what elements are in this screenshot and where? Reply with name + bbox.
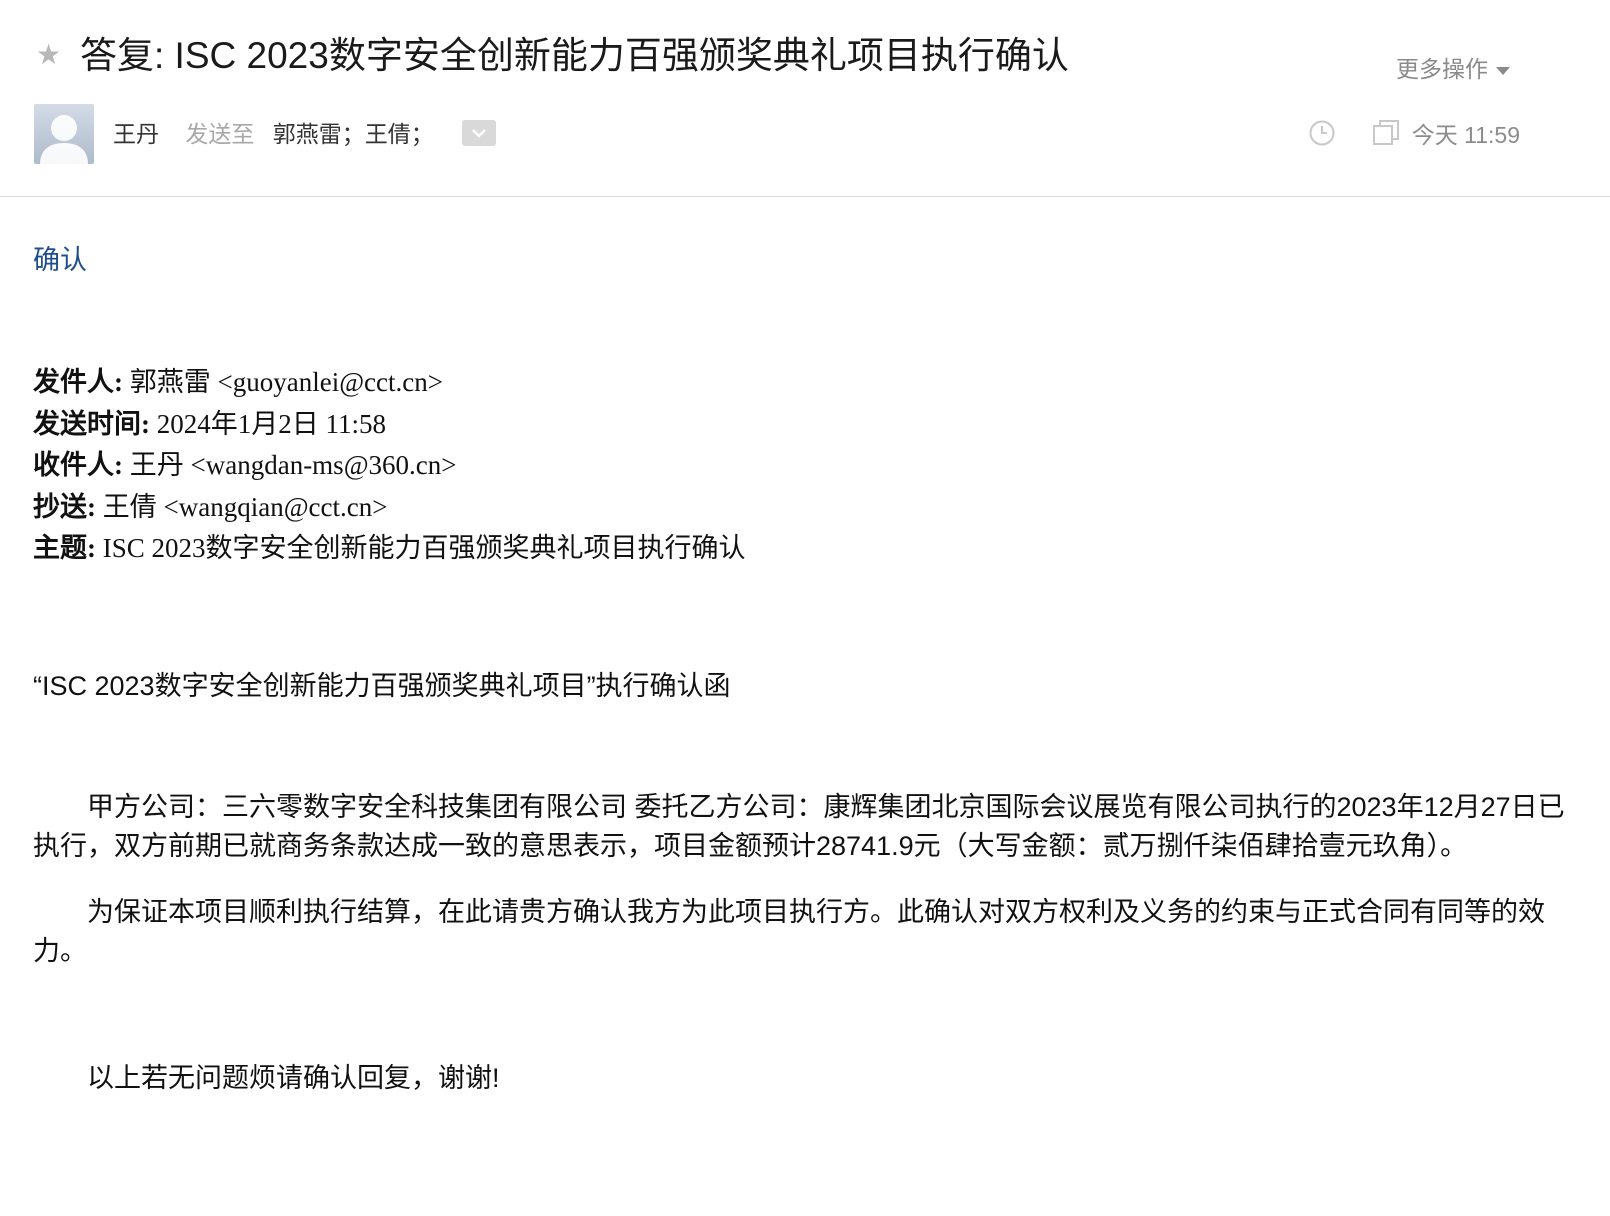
star-icon[interactable]: ★ [36, 41, 64, 69]
time-area: 今天 11:59 [1308, 116, 1520, 150]
quoted-to: 收件人: 王丹 <wangdan-ms@360.cn> [33, 445, 746, 487]
avatar[interactable] [34, 104, 94, 164]
cc-label: 抄送: [33, 491, 96, 522]
email-time: 今天 11:59 [1411, 122, 1520, 148]
to-label: 收件人: [33, 450, 123, 480]
reply-text: 确认 [33, 245, 87, 275]
quoted-sent: 发送时间: 2024年1月2日 11:58 [33, 404, 746, 446]
clock-icon[interactable] [1308, 119, 1336, 147]
from-value: 郭燕雷 <guoyanlei@cct.cn> [129, 367, 443, 397]
paragraph-3: 以上若无问题烦请确认回复，谢谢! [87, 1063, 500, 1093]
quoted-cc: 抄送: 王倩 <wangqian@cct.cn> [33, 487, 746, 529]
more-actions-dropdown[interactable]: 更多操作 [1396, 50, 1510, 84]
sent-label: 发送时间: [33, 408, 150, 439]
email-header: ★ 答复: ISC 2023数字安全创新能力百强颁奖典礼项目执行确认 更多操作 … [0, 0, 1610, 197]
chevron-down-icon [1496, 66, 1510, 75]
paragraph-2: 为保证本项目顺利执行结算，在此请贵方确认我方为此项目执行方。此确认对双方权利及义… [33, 897, 1545, 966]
sent-to-label: 发送至 [185, 121, 255, 147]
email-subject: 答复: ISC 2023数字安全创新能力百强颁奖典礼项目执行确认 [80, 35, 1069, 76]
new-window-icon[interactable] [1372, 119, 1400, 147]
from-label: 发件人: [33, 367, 123, 397]
sender-row: 王丹 发送至 郭燕雷；王倩； [113, 118, 497, 150]
letter-title: “ISC 2023数字安全创新能力百强颁奖典礼项目”执行确认函 [33, 671, 731, 701]
expand-recipients-button[interactable] [462, 119, 497, 146]
sender-name[interactable]: 王丹 [113, 121, 159, 147]
more-actions-label: 更多操作 [1396, 56, 1488, 82]
chevron-down-icon [472, 129, 487, 138]
quoted-from: 发件人: 郭燕雷 <guoyanlei@cct.cn> [33, 362, 746, 404]
recipients[interactable]: 郭燕雷；王倩； [273, 121, 434, 147]
user-silhouette-icon [40, 115, 88, 164]
quoted-header: 发件人: 郭燕雷 <guoyanlei@cct.cn> 发送时间: 2024年1… [33, 362, 746, 570]
cc-value: 王倩 <wangqian@cct.cn> [102, 491, 388, 522]
subject-label: 主题: [33, 533, 96, 563]
quoted-subject: 主题: ISC 2023数字安全创新能力百强颁奖典礼项目执行确认 [33, 528, 746, 570]
paragraph-1: 甲方公司：三六零数字安全科技集团有限公司 委托乙方公司：康辉集团北京国际会议展览… [33, 792, 1565, 861]
subject-value: ISC 2023数字安全创新能力百强颁奖典礼项目执行确认 [102, 533, 746, 563]
sent-value: 2024年1月2日 11:58 [156, 408, 386, 439]
to-value: 王丹 <wangdan-ms@360.cn> [129, 450, 457, 480]
